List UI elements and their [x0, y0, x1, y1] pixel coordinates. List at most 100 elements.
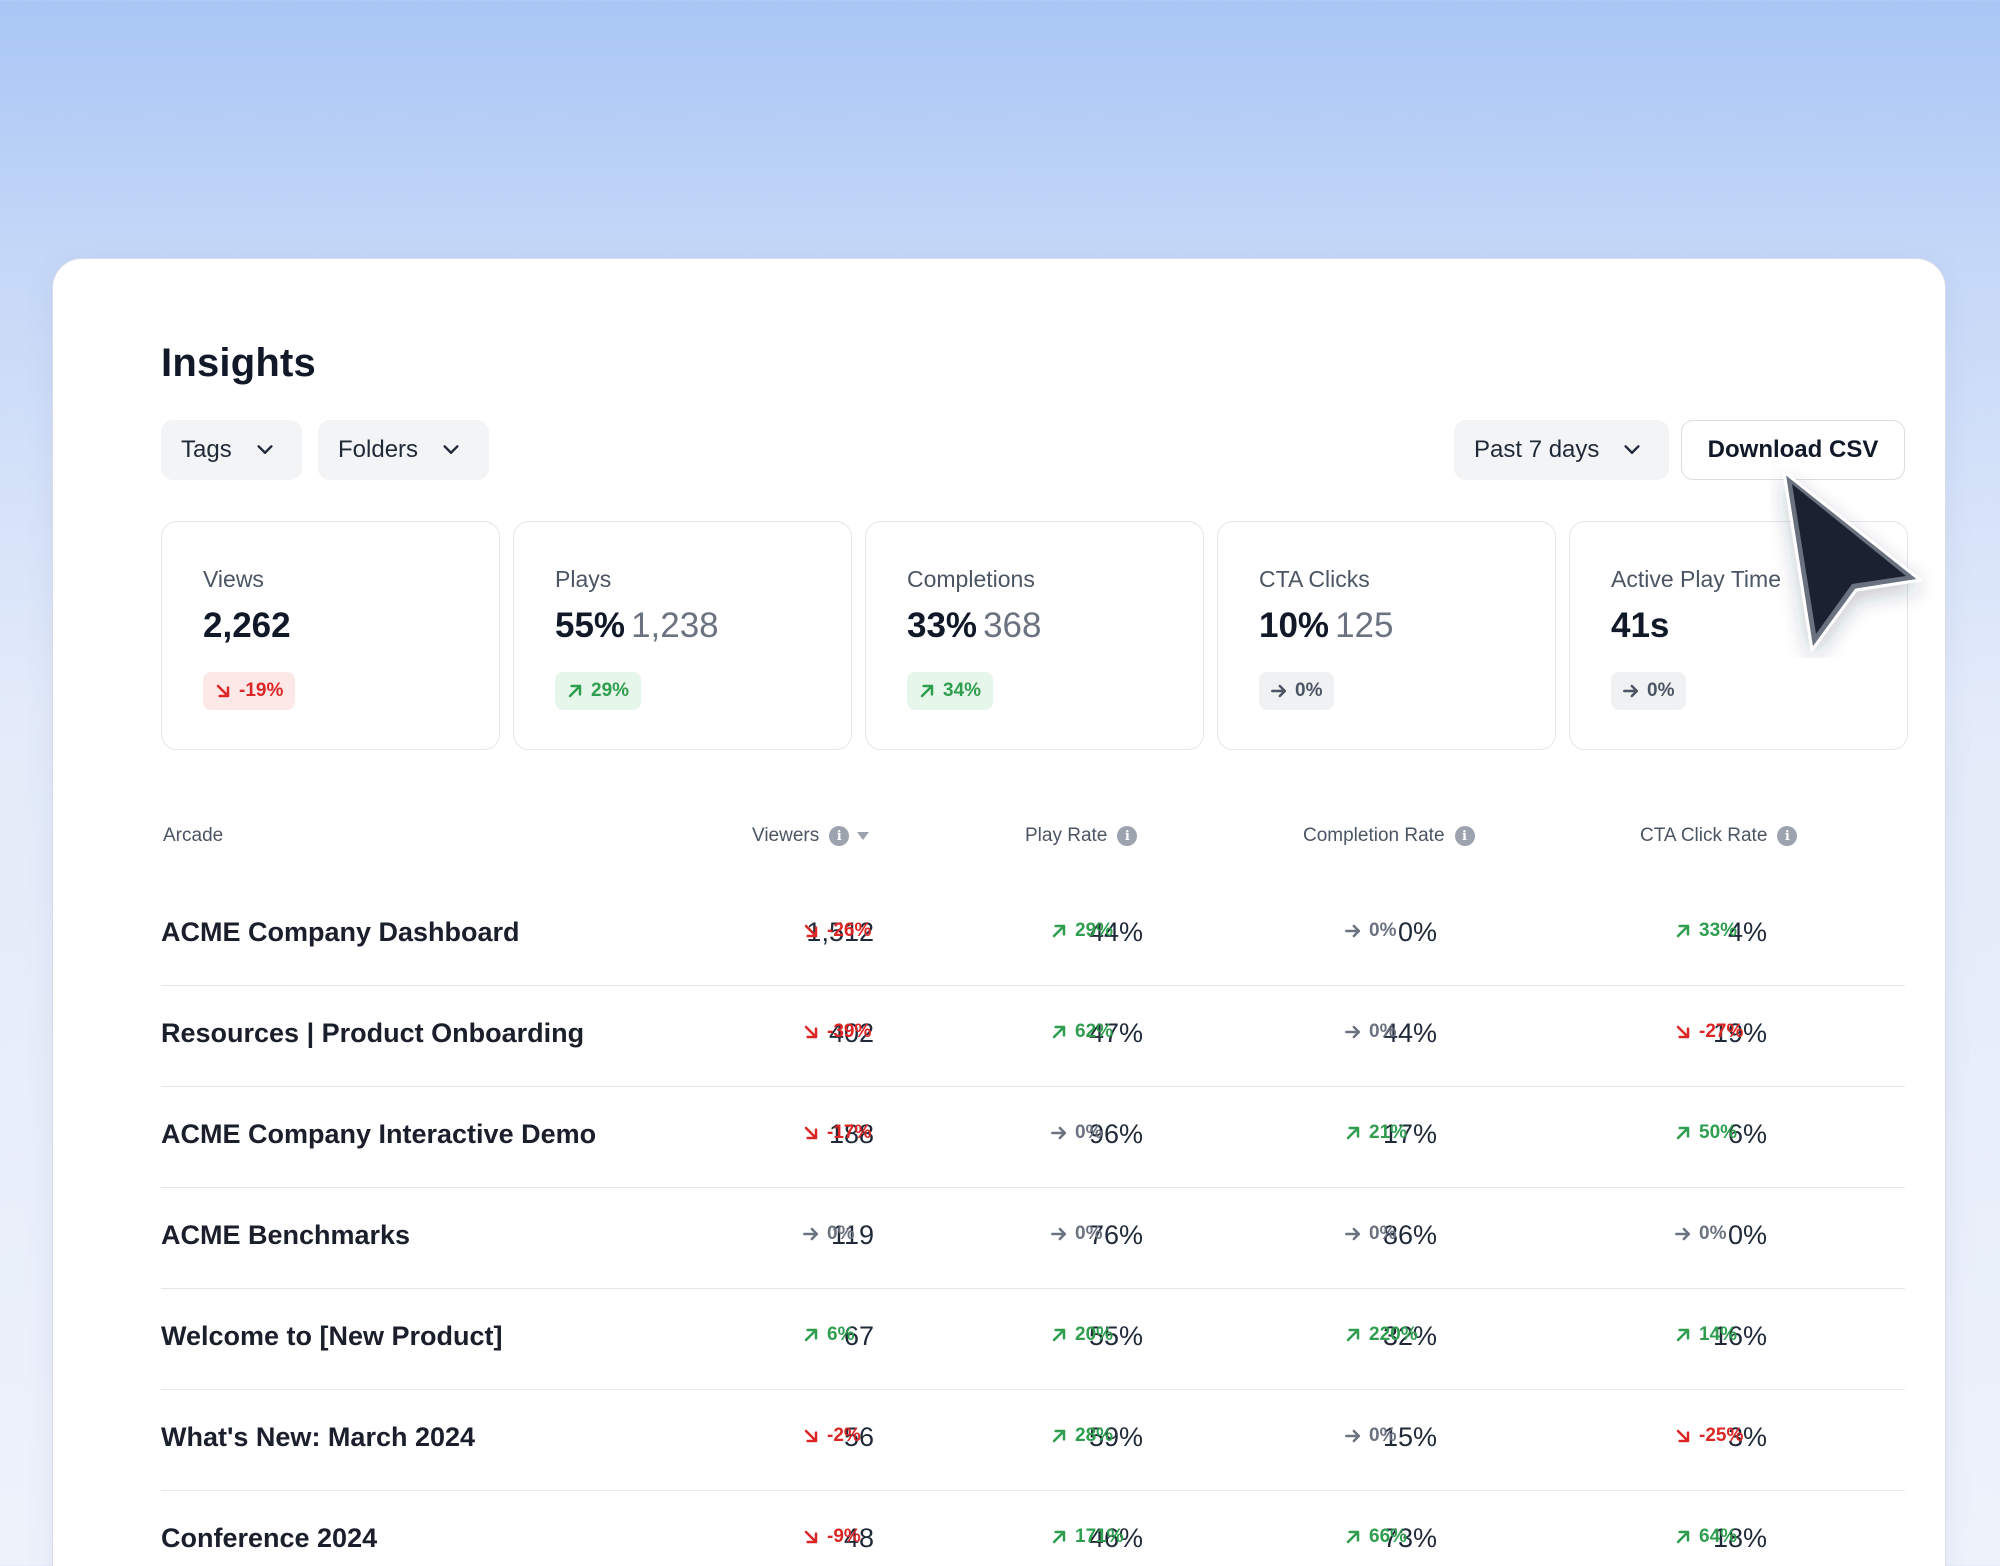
viewers-change: -39% [801, 1021, 871, 1043]
arrow-up-right-icon [1343, 1123, 1369, 1143]
comp-change: 220% [1343, 1324, 1418, 1346]
sort-desc-icon[interactable] [857, 832, 870, 840]
info-icon[interactable]: i [829, 826, 850, 846]
table-row[interactable]: ACME Company Dashboard 1,512 -26% 44% 29% 0% 0… [161, 885, 1905, 986]
metric-label: Plays [555, 566, 612, 592]
viewers-change: -17% [801, 1122, 871, 1144]
metric-value: 33% 368 [907, 606, 1041, 646]
header-viewers-label: Viewers [752, 825, 820, 846]
comp-change-value: 0% [1369, 920, 1397, 941]
comp-change: 0% [1343, 1425, 1396, 1447]
play-change: 20% [1049, 1324, 1113, 1346]
arrow-up-right-icon [565, 681, 591, 701]
metric-secondary: 125 [1335, 606, 1394, 645]
tags-filter-dropdown[interactable]: Tags [161, 420, 302, 480]
metric-label: Completions [907, 566, 1035, 592]
viewers-change-value: -17% [827, 1122, 872, 1143]
cta-change: 0% [1673, 1223, 1726, 1245]
arcade-name[interactable]: ACME Company Interactive Demo [161, 1119, 596, 1150]
viewers-change: -9% [801, 1526, 861, 1548]
metric-card: Completions 33% 368 34% [865, 521, 1204, 750]
play-change: 62% [1049, 1021, 1113, 1043]
insights-card: Insights Tags Folders Past 7 days Downlo… [52, 258, 1946, 1566]
arrow-right-icon [801, 1224, 827, 1244]
arrow-right-icon [1621, 681, 1647, 701]
arrow-right-icon [1343, 1022, 1369, 1042]
header-viewers[interactable]: Viewers i [752, 825, 870, 847]
comp-change-value: 220% [1369, 1324, 1418, 1345]
metric-value: 10% 125 [1259, 606, 1393, 646]
viewers-change-value: -9% [827, 1526, 861, 1547]
cta-change-value: 64% [1699, 1526, 1738, 1547]
viewers-change: 6% [801, 1324, 854, 1346]
play-change-value: 20% [1075, 1324, 1114, 1345]
comp-change-value: 0% [1369, 1021, 1397, 1042]
arcade-name[interactable]: What's New: March 2024 [161, 1422, 475, 1453]
chevron-down-icon [254, 439, 276, 461]
viewers-change-value: -26% [827, 920, 872, 941]
table-row[interactable]: ACME Company Interactive Demo 188 -17% 96% 0… [161, 1087, 1905, 1188]
page-title: Insights [161, 341, 316, 385]
header-arcade[interactable]: Arcade [163, 825, 223, 847]
arrow-up-right-icon [1049, 1426, 1075, 1446]
info-icon[interactable]: i [1454, 826, 1475, 846]
metric-change-badge: -19% [203, 672, 296, 710]
header-play-rate-label: Play Rate [1025, 825, 1108, 846]
metric-primary: 33% [907, 606, 978, 645]
arrow-right-icon [1343, 921, 1369, 941]
arrow-down-right-icon [1673, 1426, 1699, 1446]
arcade-name[interactable]: ACME Benchmarks [161, 1220, 410, 1251]
header-play-rate[interactable]: Play Rate i [1025, 825, 1138, 847]
metric-value: 41s [1611, 606, 1675, 646]
cta-change: -25% [1673, 1425, 1743, 1447]
table-row[interactable]: ACME Benchmarks 119 0% 76% 0% 86% 0% 0% 0% [161, 1188, 1905, 1289]
table-row[interactable]: Welcome to [New Product] 67 6% 55% 20% 32% 220… [161, 1289, 1905, 1390]
metric-secondary: 368 [983, 606, 1042, 645]
metric-primary: 41s [1611, 606, 1670, 645]
metric-label: Views [203, 566, 264, 592]
metric-primary: 55% [555, 606, 626, 645]
date-range-label: Past 7 days [1474, 436, 1600, 463]
cta-change-value: 14% [1699, 1324, 1738, 1345]
mouse-pointer-icon [1782, 470, 1922, 652]
metric-change-badge: 0% [1611, 672, 1687, 710]
arrow-up-right-icon [1049, 1527, 1075, 1547]
arrow-up-right-icon [1673, 1123, 1699, 1143]
metric-primary: 2,262 [203, 606, 291, 645]
arrow-right-icon [1343, 1426, 1369, 1446]
play-change: 28% [1049, 1425, 1113, 1447]
tags-filter-label: Tags [181, 436, 232, 463]
arrow-up-right-icon [1049, 1325, 1075, 1345]
header-completion-rate[interactable]: Completion Rate i [1303, 825, 1475, 847]
comp-change: 21% [1343, 1122, 1407, 1144]
table-row[interactable]: Resources | Product Onboarding 402 -39% 47%… [161, 986, 1905, 1087]
play-change-value: 29% [1075, 920, 1114, 941]
metric-change-value: 29% [591, 680, 630, 701]
metric-value: 55% 1,238 [555, 606, 719, 646]
metric-change-value: 0% [1295, 680, 1323, 701]
play-change-value: 0% [1075, 1223, 1103, 1244]
arrow-down-right-icon [801, 1426, 827, 1446]
metric-card: Plays 55% 1,238 29% [513, 521, 852, 750]
comp-value: 0% [1397, 917, 1437, 947]
play-change-value: 28% [1075, 1425, 1114, 1446]
arcade-name[interactable]: Welcome to [New Product] [161, 1321, 503, 1352]
table-row[interactable]: What's New: March 2024 56 -2% 59% 28% 15% 0% 3%… [161, 1390, 1905, 1491]
chevron-down-icon [1621, 439, 1643, 461]
arcade-name[interactable]: Resources | Product Onboarding [161, 1018, 584, 1049]
folders-filter-dropdown[interactable]: Folders [318, 420, 489, 480]
metric-label: Active Play Time [1611, 566, 1781, 592]
metric-card: CTA Clicks 10% 125 0% [1217, 521, 1556, 750]
cta-change-value: 33% [1699, 920, 1738, 941]
comp-change-value: 66% [1369, 1526, 1408, 1547]
arcade-name[interactable]: Conference 2024 [161, 1523, 377, 1554]
date-range-dropdown[interactable]: Past 7 days [1454, 420, 1669, 480]
header-cta-click-rate[interactable]: CTA Click Rate i [1640, 825, 1798, 847]
chevron-down-icon [440, 439, 462, 461]
table-row[interactable]: Conference 2024 48 -9% 46% 171% 73% 66% 18% 64% [161, 1491, 1905, 1566]
header-completion-rate-label: Completion Rate [1303, 825, 1445, 846]
info-icon[interactable]: i [1117, 826, 1138, 846]
metric-change-value: 0% [1647, 680, 1675, 701]
info-icon[interactable]: i [1777, 826, 1798, 846]
arcade-name[interactable]: ACME Company Dashboard [161, 917, 520, 948]
